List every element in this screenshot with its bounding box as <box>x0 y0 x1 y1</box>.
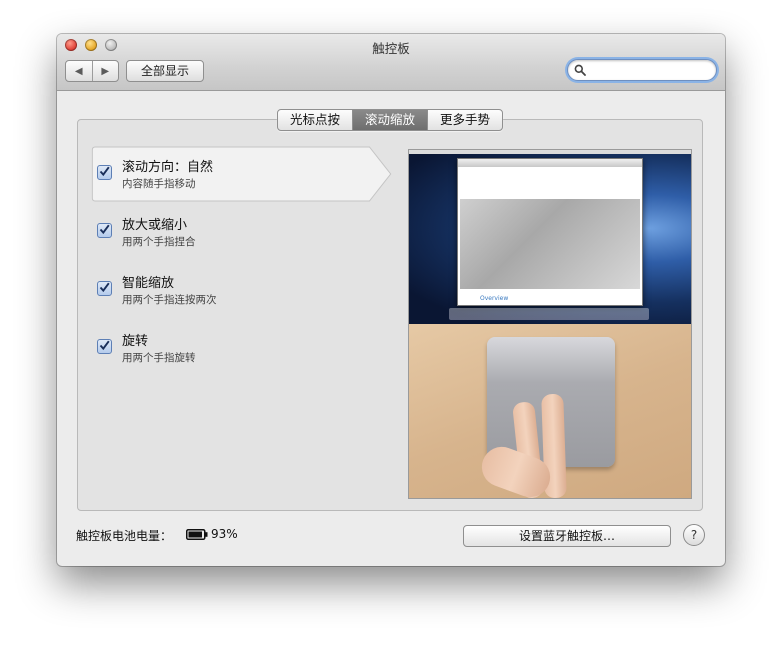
battery-label: 触控板电池电量： <box>76 529 173 543</box>
preview-menubar <box>409 150 691 154</box>
option-subtitle: 用两个手指连按两次 <box>122 294 217 306</box>
smart-zoom-checkbox[interactable] <box>97 281 112 296</box>
nav-back-forward: ◀ ▶ <box>65 60 119 82</box>
preview-desk-surface <box>409 324 691 498</box>
preview-dock <box>449 308 649 320</box>
search-field[interactable] <box>567 59 717 81</box>
preview-desktop: Overview <box>409 150 691 324</box>
gesture-preview-video: Overview <box>408 149 692 499</box>
setup-bluetooth-trackpad-button[interactable]: 设置蓝牙触控板… <box>463 525 671 547</box>
preview-doc-photo <box>460 199 640 289</box>
search-icon <box>574 64 586 76</box>
option-subtitle: 用两个手指捏合 <box>122 236 196 248</box>
chevron-left-icon: ◀ <box>74 65 83 77</box>
option-scroll-direction[interactable]: 滚动方向：自然 内容随手指移动 <box>87 146 397 202</box>
option-title: 放大或缩小 <box>122 218 188 233</box>
scroll-direction-checkbox[interactable] <box>97 165 112 180</box>
tab-more-gestures[interactable]: 更多手势 <box>427 110 502 130</box>
preview-doc-heading: Overview <box>480 295 509 302</box>
preview-document: Overview <box>457 158 643 306</box>
rotate-checkbox[interactable] <box>97 339 112 354</box>
option-subtitle: 用两个手指旋转 <box>122 352 196 364</box>
option-zoom-in-out[interactable]: 放大或缩小 用两个手指捏合 <box>87 204 397 260</box>
preview-doc-titlebar <box>458 159 642 167</box>
tab-scroll-zoom[interactable]: 滚动缩放 <box>352 110 428 130</box>
battery-percentage: 93% <box>211 527 238 541</box>
title-bar: 触控板 ◀ ▶ 全部显示 <box>57 34 725 91</box>
option-title: 旋转 <box>122 334 149 349</box>
tab-bar: 光标点按 滚动缩放 更多手势 <box>277 109 504 131</box>
option-title: 滚动方向：自然 <box>122 160 214 175</box>
battery-icon <box>186 529 208 540</box>
window-title: 触控板 <box>372 41 410 56</box>
show-all-button[interactable]: 全部显示 <box>126 60 204 82</box>
checkmark-icon <box>99 224 110 235</box>
gesture-option-list: 滚动方向：自然 内容随手指移动 放大或缩小 用两个手指捏合 智能缩放 用两个手指… <box>87 146 397 446</box>
forward-button[interactable]: ▶ <box>91 61 119 81</box>
search-input[interactable] <box>590 61 712 79</box>
option-rotate[interactable]: 旋转 用两个手指旋转 <box>87 320 397 376</box>
option-title: 智能缩放 <box>122 276 175 291</box>
tab-point-click[interactable]: 光标点按 <box>278 110 352 130</box>
checkmark-icon <box>99 340 110 351</box>
chevron-right-icon: ▶ <box>101 65 110 77</box>
help-button[interactable]: ? <box>683 524 705 546</box>
checkmark-icon <box>99 166 110 177</box>
checkmark-icon <box>99 282 110 293</box>
option-smart-zoom[interactable]: 智能缩放 用两个手指连按两次 <box>87 262 397 318</box>
back-button[interactable]: ◀ <box>66 61 92 81</box>
option-subtitle: 内容随手指移动 <box>122 178 196 190</box>
zoom-in-out-checkbox[interactable] <box>97 223 112 238</box>
preferences-window: 触控板 ◀ ▶ 全部显示 光标点按 滚动缩放 更多手势 滚动方向：自然 内容随手… <box>57 34 725 566</box>
